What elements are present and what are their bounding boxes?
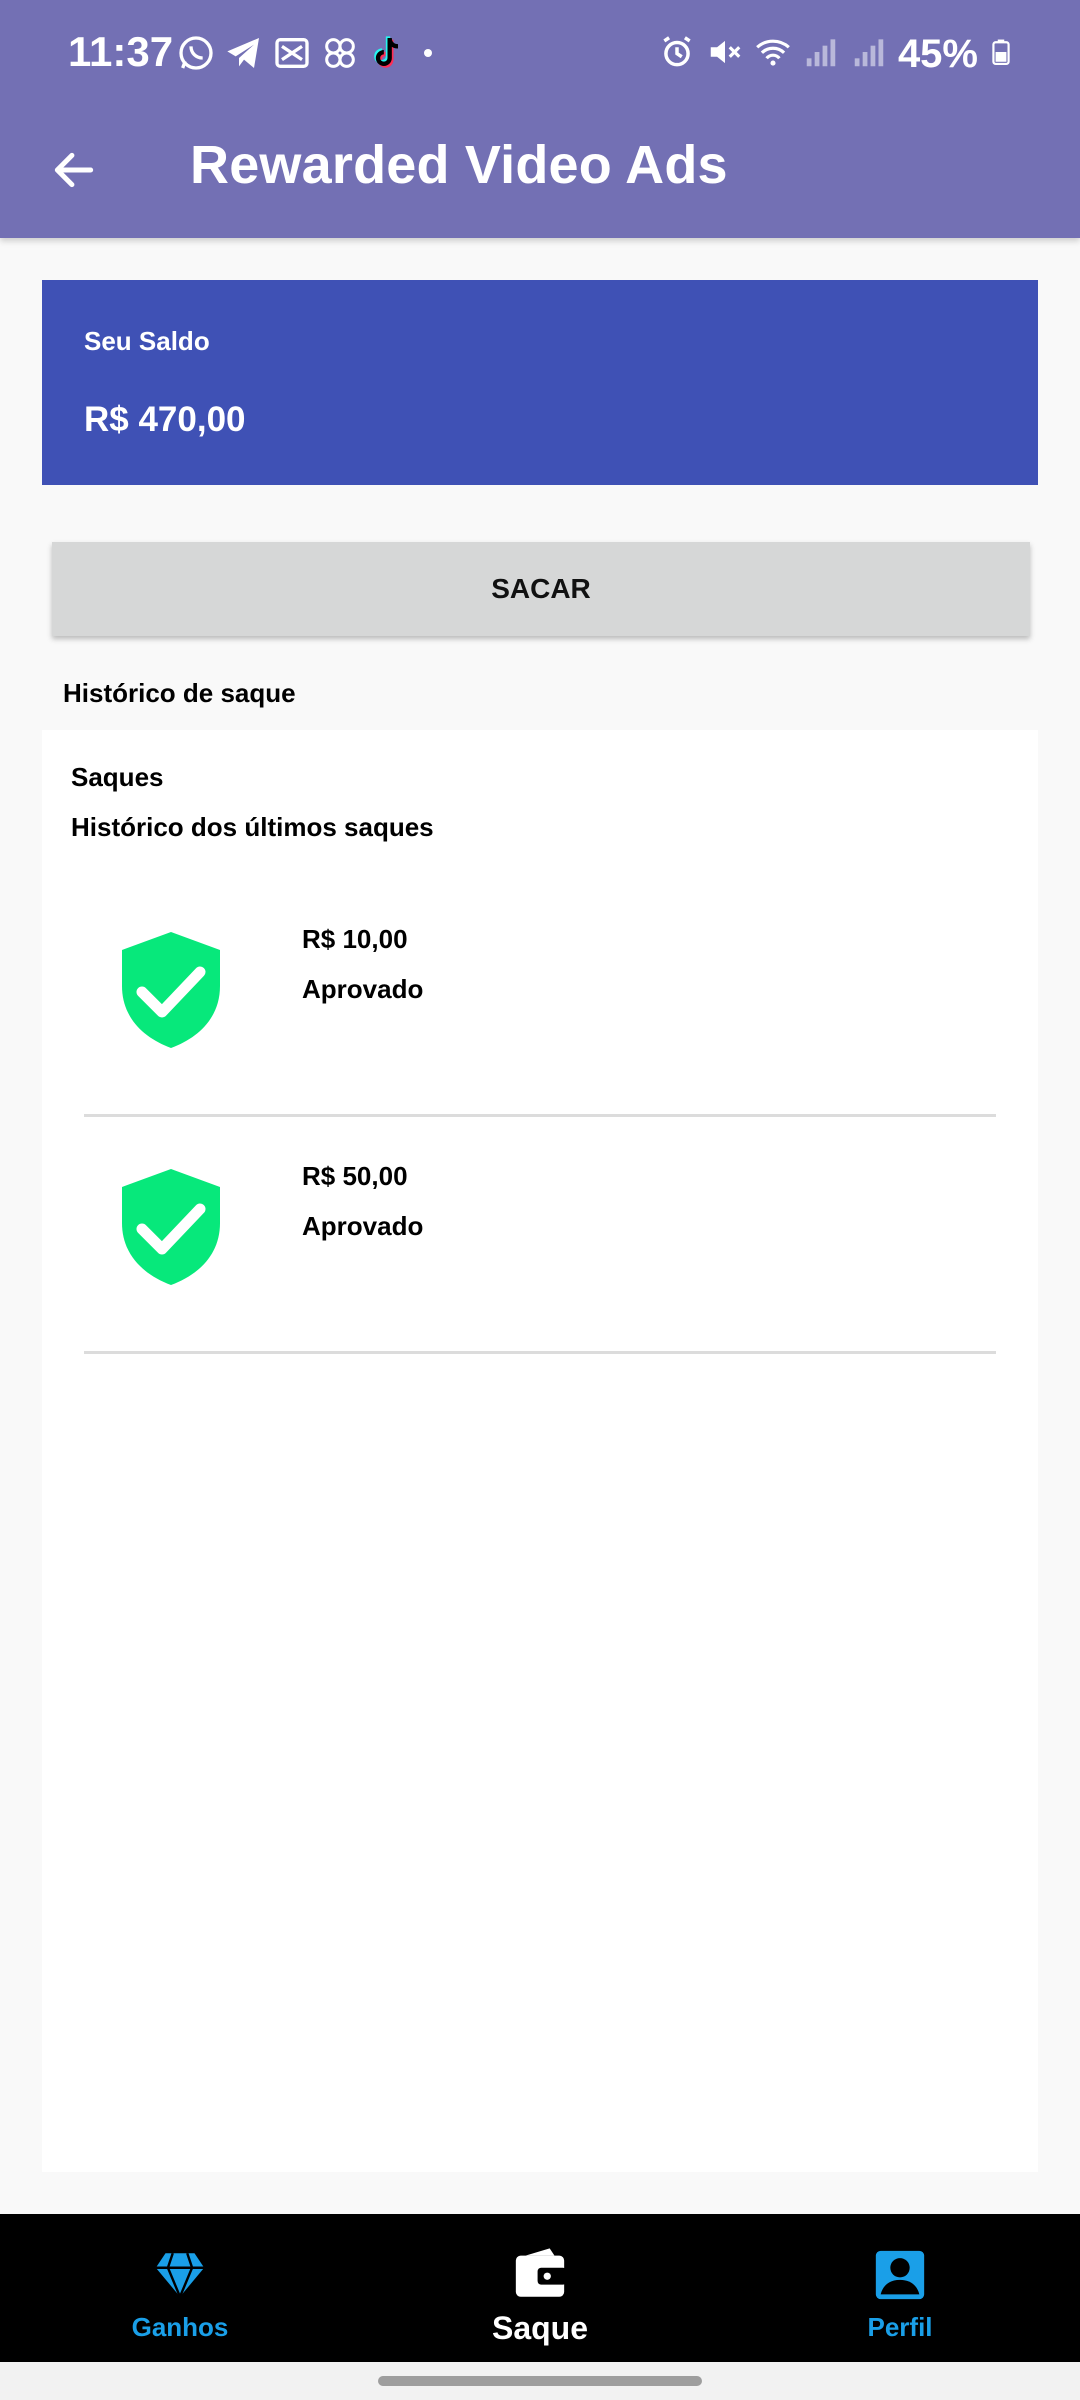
balance-label: Seu Saldo <box>84 326 210 356</box>
notification-icons <box>176 32 440 78</box>
history-section-title: Histórico de saque <box>63 678 296 708</box>
profile-icon <box>875 2250 925 2300</box>
withdraw-amount: R$ 50,00 <box>302 1161 408 1191</box>
gesture-handle[interactable] <box>378 2376 702 2386</box>
shield-check-icon <box>122 932 220 1048</box>
app-root: 11:37 45% Rewarded Video Ads Seu Saldo R… <box>0 0 1080 2400</box>
dot-icon <box>416 41 440 70</box>
nav-item-perfil[interactable]: Perfil <box>780 2214 1020 2362</box>
withdraw-status: Aprovado <box>302 974 424 1004</box>
withdraw-item[interactable]: R$ 10,00 Aprovado <box>84 880 996 1117</box>
bottom-nav: Ganhos Saque Perfil <box>0 2214 1080 2362</box>
balance-value: R$ 470,00 <box>84 400 246 439</box>
whatsapp-icon <box>176 33 216 78</box>
tiktok-icon <box>368 33 408 78</box>
wifi-icon <box>754 33 792 76</box>
nav-label: Perfil <box>867 2312 933 2342</box>
signal-icon <box>850 33 888 76</box>
status-time: 11:37 <box>68 28 174 75</box>
capcut-icon <box>272 33 312 78</box>
page-title: Rewarded Video Ads <box>190 135 728 195</box>
battery-percent: 45% <box>897 31 978 76</box>
diamond-icon <box>155 2252 205 2300</box>
wallet-icon <box>515 2248 567 2297</box>
back-button[interactable] <box>40 136 108 204</box>
nav-item-saque[interactable]: Saque <box>420 2214 660 2362</box>
mute-icon <box>706 33 744 76</box>
panel-subtitle: Histórico dos últimos saques <box>71 812 434 842</box>
shield-check-icon <box>122 1169 220 1285</box>
alarm-icon <box>658 33 696 76</box>
signal-icon <box>802 33 840 76</box>
balance-card: Seu Saldo R$ 470,00 <box>42 280 1038 485</box>
withdraw-amount: R$ 10,00 <box>302 924 408 954</box>
telegram-icon <box>224 33 264 78</box>
withdraw-item[interactable]: R$ 50,00 Aprovado <box>84 1117 996 1354</box>
gesture-bar <box>0 2362 1080 2400</box>
flower-app-icon <box>320 33 360 78</box>
arrow-left-icon <box>54 152 94 188</box>
nav-label: Saque <box>491 2310 589 2346</box>
header: 11:37 45% Rewarded Video Ads <box>0 0 1080 238</box>
system-icons: 45% <box>658 28 1014 80</box>
withdraw-status: Aprovado <box>302 1211 424 1241</box>
battery-icon <box>988 33 1014 76</box>
nav-item-ganhos[interactable]: Ganhos <box>60 2214 300 2362</box>
app-bar: Rewarded Video Ads <box>0 110 1080 238</box>
withdraw-button[interactable]: SACAR <box>52 542 1030 636</box>
nav-label: Ganhos <box>131 2312 229 2342</box>
history-panel: Saques Histórico dos últimos saques R$ 1… <box>42 730 1038 2172</box>
panel-title: Saques <box>71 762 164 792</box>
status-bar: 11:37 45% <box>0 0 1080 110</box>
